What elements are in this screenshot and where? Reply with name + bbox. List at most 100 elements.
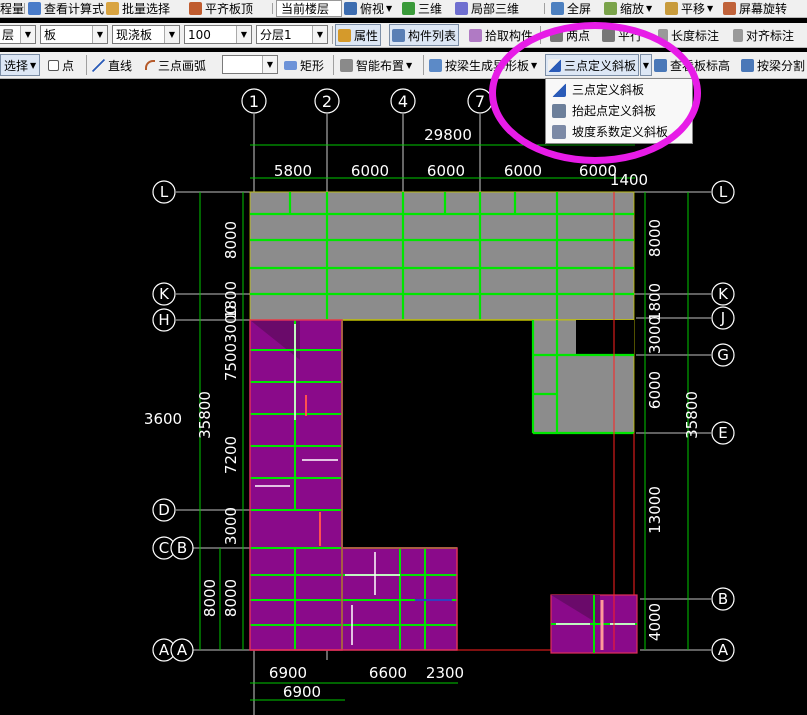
material-select[interactable]: 现浇板 ▼ xyxy=(112,25,180,44)
zoom-label: 缩放 xyxy=(620,2,645,16)
view-elevation-button[interactable]: 查看板标高 xyxy=(654,52,730,78)
current-floor-label: 当前楼层 xyxy=(281,2,330,16)
arc-button[interactable]: 三点画弧 xyxy=(145,52,206,78)
axis-label-E-right: E xyxy=(718,424,727,442)
drawing-canvas[interactable]: 1 2 4 7 L K H D C B A A L K J G E B A 29… xyxy=(0,78,807,715)
parallel-button[interactable]: 平行 xyxy=(602,23,642,47)
smart-layout-label: 智能布置 xyxy=(356,58,405,73)
three-point-slope-button[interactable]: 三点定义斜板 xyxy=(545,54,640,76)
component-list-label: 构件列表 xyxy=(408,28,457,43)
chevron-down-icon: ▼ xyxy=(20,26,35,43)
rotate-icon xyxy=(723,2,736,15)
axis-label-J-right: J xyxy=(720,309,725,327)
align-mark-icon xyxy=(733,28,743,42)
chevron-down-icon: ▼ xyxy=(236,26,251,43)
dim-right-v-2: 1800 xyxy=(646,283,664,321)
point-button[interactable]: 点 xyxy=(48,52,74,78)
fullscreen-icon xyxy=(551,2,564,15)
slope-dropdown-arrow[interactable]: ▼ xyxy=(640,54,652,76)
point-label: 点 xyxy=(62,58,75,73)
dim-left-mark: 3600 xyxy=(144,410,182,428)
dim-top-right: 1400 xyxy=(610,171,648,189)
batch-select-button[interactable]: 批量选择 xyxy=(106,0,170,17)
material-value: 现浇板 xyxy=(116,28,153,42)
menu-item-three-point-slope[interactable]: 三点定义斜板 xyxy=(546,79,692,100)
dim-bottom-span-1: 6900 xyxy=(269,664,307,682)
zoom-button[interactable]: 缩放 ▼ xyxy=(604,0,652,17)
top-view-button[interactable]: 俯视 ▼ xyxy=(344,0,392,17)
menu-item-slope-factor[interactable]: 坡度系数定义斜板 xyxy=(546,121,692,142)
arc-option-select[interactable]: ▼ xyxy=(222,55,278,74)
chevron-down-icon: ▼ xyxy=(92,26,107,43)
select-button[interactable]: 选择 ▼ xyxy=(0,54,41,76)
local-3d-label: 局部三维 xyxy=(471,2,520,16)
axis-label-L-right: L xyxy=(719,183,728,201)
axis-label-D-left: D xyxy=(158,501,170,519)
rect-label: 矩形 xyxy=(300,58,325,73)
pick-component-button[interactable]: 拾取构件 xyxy=(469,23,533,47)
dim-top-span-4: 6000 xyxy=(504,162,542,180)
dim-left-v-5: 7200 xyxy=(222,436,240,474)
align-mark-label: 对齐标注 xyxy=(746,28,795,43)
two-point-button[interactable]: 两点 xyxy=(550,23,590,47)
3d-button[interactable]: 三维 xyxy=(402,0,442,17)
separator xyxy=(333,55,334,75)
dim-right-v-5: 13000 xyxy=(646,486,664,534)
split-by-beam-label: 按梁分割 xyxy=(757,58,806,73)
screen-rotate-button[interactable]: 屏幕旋转 xyxy=(723,0,787,17)
gen-by-beam-button[interactable]: 按梁生成异形板 ▼ xyxy=(429,52,537,78)
chevron-down-icon: ▼ xyxy=(164,26,179,43)
dim-left-total: 35800 xyxy=(196,391,214,439)
length-mark-icon xyxy=(658,28,668,42)
split-by-beam-button[interactable]: 按梁分割 xyxy=(741,52,805,78)
align-mark-button[interactable]: 对齐标注 xyxy=(733,23,794,47)
slope-icon xyxy=(552,82,566,97)
engineering-button[interactable]: 程量 xyxy=(0,0,24,17)
axis-label-A-left: A xyxy=(159,641,170,659)
rect-button[interactable]: 矩形 xyxy=(284,52,324,78)
floor-select[interactable]: 层 ▼ xyxy=(0,25,36,44)
align-top-button[interactable]: 平齐板顶 xyxy=(189,0,253,17)
view-calc-button[interactable]: 查看计算式 xyxy=(28,0,104,17)
line-label: 直线 xyxy=(108,58,133,73)
smart-layout-button[interactable]: 智能布置 ▼ xyxy=(340,52,412,78)
pick-icon xyxy=(469,28,482,42)
pick-component-label: 拾取构件 xyxy=(485,28,534,43)
slope-factor-icon xyxy=(552,124,566,139)
pan-button[interactable]: 平移 ▼ xyxy=(665,0,713,17)
toolbar-row-3: 选择 ▼ 点 直线 三点画弧 ▼ 矩形 智能布置 ▼ 按梁生成异形板 ▼ 三点定义斜板… xyxy=(0,52,807,79)
purple-slab xyxy=(249,319,458,651)
two-point-icon xyxy=(550,28,563,42)
toolbar-row-1: 程量 查看计算式 批量选择 平齐板顶 当前楼层 俯视 ▼ 三维 局部三维 全屏 缩… xyxy=(0,0,807,18)
component-list-button[interactable]: 构件列表 xyxy=(389,24,460,46)
top-view-label: 俯视 xyxy=(360,2,385,16)
current-floor-select[interactable]: 当前楼层 xyxy=(276,0,343,17)
layer-select[interactable]: 分层1 ▼ xyxy=(256,25,328,44)
toolbar-row-2: 层 ▼ 板 ▼ 现浇板 ▼ 100 ▼ 分层1 ▼ 属性 构件列表 拾取构件 两点 平行 … xyxy=(0,23,807,48)
top-axis-bubbles xyxy=(241,88,493,114)
axis-label-2: 2 xyxy=(322,92,332,111)
menu-item-raise-point-slope[interactable]: 抬起点定义斜板 xyxy=(546,100,692,121)
thickness-select[interactable]: 100 ▼ xyxy=(184,25,252,44)
menu-item-label: 坡度系数定义斜板 xyxy=(572,125,669,139)
top-view-icon xyxy=(344,2,357,15)
axis-label-K-right: K xyxy=(718,285,729,303)
right-axis-bubbles xyxy=(711,180,735,662)
length-mark-button[interactable]: 长度标注 xyxy=(658,23,719,47)
dim-right-v-3: 3000 xyxy=(646,316,664,354)
component-type-value: 板 xyxy=(44,28,57,42)
local-3d-button[interactable]: 局部三维 xyxy=(455,0,519,17)
view-elevation-label: 查看板标高 xyxy=(670,58,731,73)
properties-button[interactable]: 属性 xyxy=(335,24,382,46)
chevron-down-icon: ▼ xyxy=(312,26,327,43)
fullscreen-button[interactable]: 全屏 xyxy=(551,0,591,17)
axis-label-1: 1 xyxy=(249,92,259,111)
dim-right-v-4: 6000 xyxy=(646,371,664,409)
menu-item-label: 三点定义斜板 xyxy=(572,83,645,97)
smart-layout-icon xyxy=(340,58,353,72)
line-button[interactable]: 直线 xyxy=(92,52,132,78)
length-mark-label: 长度标注 xyxy=(671,28,720,43)
component-type-select[interactable]: 板 ▼ xyxy=(40,25,108,44)
rect-icon xyxy=(284,60,297,70)
dim-right-v-6: 4000 xyxy=(646,603,664,641)
